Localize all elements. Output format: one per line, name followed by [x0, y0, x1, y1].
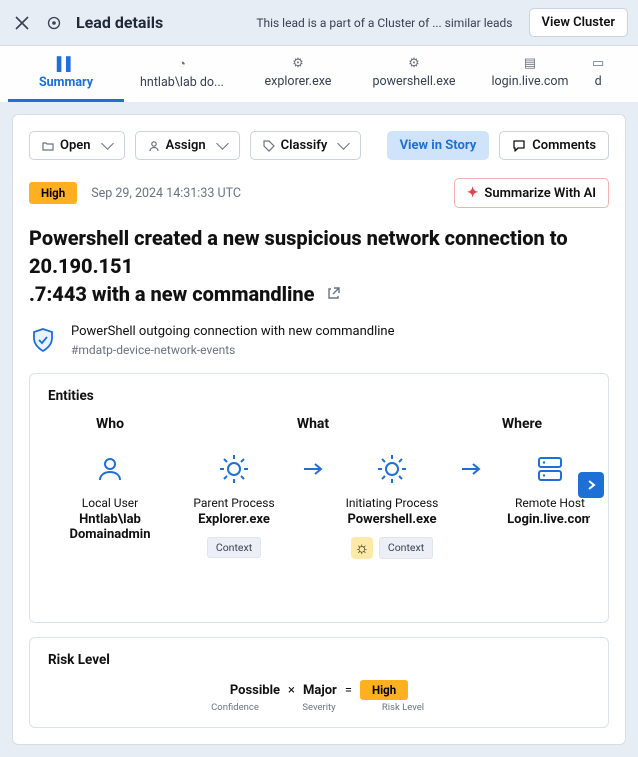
user-icon: ◔	[178, 56, 186, 72]
alert-text: PowerShell outgoing connection with new …	[71, 324, 394, 339]
entities-title: Entities	[48, 388, 590, 404]
entity-value: Explorer.exe	[176, 512, 292, 527]
risk-operator: =	[345, 683, 352, 698]
sparkle-icon: ✦	[467, 185, 479, 201]
entities-section: Entities Who What Where Local User Hntla…	[29, 373, 609, 623]
shield-icon	[29, 326, 57, 354]
tab-bar: ▌▌ Summary ◔ hntlab\lab do... ⚙ explorer…	[0, 46, 638, 102]
entity-value: Hntlab\lab	[52, 512, 168, 527]
tag-icon	[263, 140, 275, 152]
risk-level-section: Risk Level Possible × Major = High Confi…	[29, 637, 609, 728]
user-icon	[52, 448, 168, 490]
device-icon: ▭	[592, 56, 604, 71]
view-cluster-button[interactable]: View Cluster	[529, 8, 629, 37]
entities-header-where: Where	[454, 416, 590, 432]
context-pill[interactable]: Context	[379, 537, 433, 559]
assign-label: Assign	[166, 138, 206, 153]
arrow-icon	[454, 448, 488, 490]
page-title: Lead details	[76, 13, 163, 32]
target-icon[interactable]	[42, 11, 66, 35]
tab-login-live[interactable]: ▤ login.live.com	[472, 46, 588, 102]
gear-icon	[334, 448, 450, 490]
cluster-description: This lead is a part of a Cluster of ... …	[256, 16, 512, 30]
arrow-icon	[296, 448, 330, 490]
summarize-ai-button[interactable]: ✦ Summarize With AI	[454, 178, 609, 208]
severity-badge: High	[29, 182, 77, 204]
open-label: Open	[60, 138, 91, 153]
comments-button[interactable]: Comments	[499, 131, 609, 160]
alert-tag[interactable]: #mdatp-device-network-events	[71, 343, 394, 357]
entity-local-user[interactable]: Local User Hntlab\lab Domainadmin	[48, 442, 172, 608]
risk-title: Risk Level	[48, 652, 590, 668]
tab-label: Summary	[39, 75, 93, 90]
risk-level-badge: High	[360, 680, 408, 700]
entity-type: Remote Host	[492, 496, 590, 510]
lead-title-line1: Powershell created a new suspicious netw…	[29, 226, 568, 278]
lead-card: Open Assign Classify View in Story Comme…	[12, 114, 626, 745]
panel-header: Lead details This lead is a part of a Cl…	[0, 0, 638, 46]
tab-user[interactable]: ◔ hntlab\lab do...	[124, 46, 240, 102]
external-link-icon[interactable]	[326, 280, 341, 308]
context-pill[interactable]: Context	[207, 537, 261, 558]
alert-row: PowerShell outgoing connection with new …	[29, 324, 609, 357]
lead-title: Powershell created a new suspicious netw…	[29, 224, 609, 308]
tab-overflow[interactable]: ▭ d	[588, 46, 608, 102]
tab-label: login.live.com	[491, 74, 568, 89]
person-icon	[148, 140, 160, 152]
meta-row: High Sep 29, 2024 14:31:33 UTC ✦ Summari…	[29, 178, 609, 208]
action-toolbar: Open Assign Classify View in Story Comme…	[29, 131, 609, 160]
tab-label: explorer.exe	[265, 74, 332, 89]
entities-header-what: What	[172, 416, 454, 432]
scroll-right-button[interactable]	[578, 472, 604, 498]
entity-value: Domainadmin	[52, 527, 168, 542]
server-icon: ▤	[524, 56, 536, 71]
entity-parent-process[interactable]: Parent Process Explorer.exe Context	[172, 442, 296, 608]
entity-type: Initiating Process	[334, 496, 450, 510]
risk-confidence-label: Confidence	[205, 702, 265, 713]
entities-header-who: Who	[48, 416, 172, 432]
tab-summary[interactable]: ▌▌ Summary	[8, 46, 124, 102]
comments-label: Comments	[532, 138, 596, 153]
risk-level-label: Risk Level	[373, 702, 433, 713]
gear-icon: ⚙	[408, 56, 420, 71]
classify-label: Classify	[281, 138, 328, 153]
tab-label: hntlab\lab do...	[140, 75, 224, 90]
summary-icon: ▌▌	[57, 56, 75, 72]
entity-initiating-process[interactable]: Initiating Process Powershell.exe ☼ Cont…	[330, 442, 454, 608]
folder-icon	[42, 140, 54, 152]
tab-explorer[interactable]: ⚙ explorer.exe	[240, 46, 356, 102]
warning-icon: ☼	[351, 537, 373, 559]
lead-title-line2: .7:443 with a new commandline	[29, 282, 315, 306]
view-in-story-button[interactable]: View in Story	[387, 131, 490, 160]
lead-timestamp: Sep 29, 2024 14:31:33 UTC	[91, 186, 241, 201]
entity-type: Local User	[52, 496, 168, 510]
entity-type: Parent Process	[176, 496, 292, 510]
risk-operator: ×	[288, 683, 295, 698]
entity-value: Powershell.exe	[334, 512, 450, 527]
assign-button[interactable]: Assign	[135, 131, 240, 160]
classify-button[interactable]: Classify	[250, 131, 362, 160]
tab-powershell[interactable]: ⚙ powershell.exe	[356, 46, 472, 102]
comment-icon	[512, 139, 526, 153]
entity-value: Login.live.com	[492, 512, 590, 527]
risk-severity-label: Severity	[289, 702, 349, 713]
open-button[interactable]: Open	[29, 131, 125, 160]
gear-icon	[176, 448, 292, 490]
close-icon[interactable]	[10, 11, 34, 35]
entity-remote-host[interactable]: Remote Host Login.live.com	[488, 442, 590, 608]
server-icon	[492, 448, 590, 490]
tab-label: powershell.exe	[372, 74, 455, 89]
gear-icon: ⚙	[292, 56, 304, 71]
risk-confidence: Possible	[230, 683, 280, 698]
tab-label: d	[595, 74, 602, 89]
summarize-label: Summarize With AI	[484, 186, 596, 201]
risk-severity: Major	[303, 683, 337, 698]
